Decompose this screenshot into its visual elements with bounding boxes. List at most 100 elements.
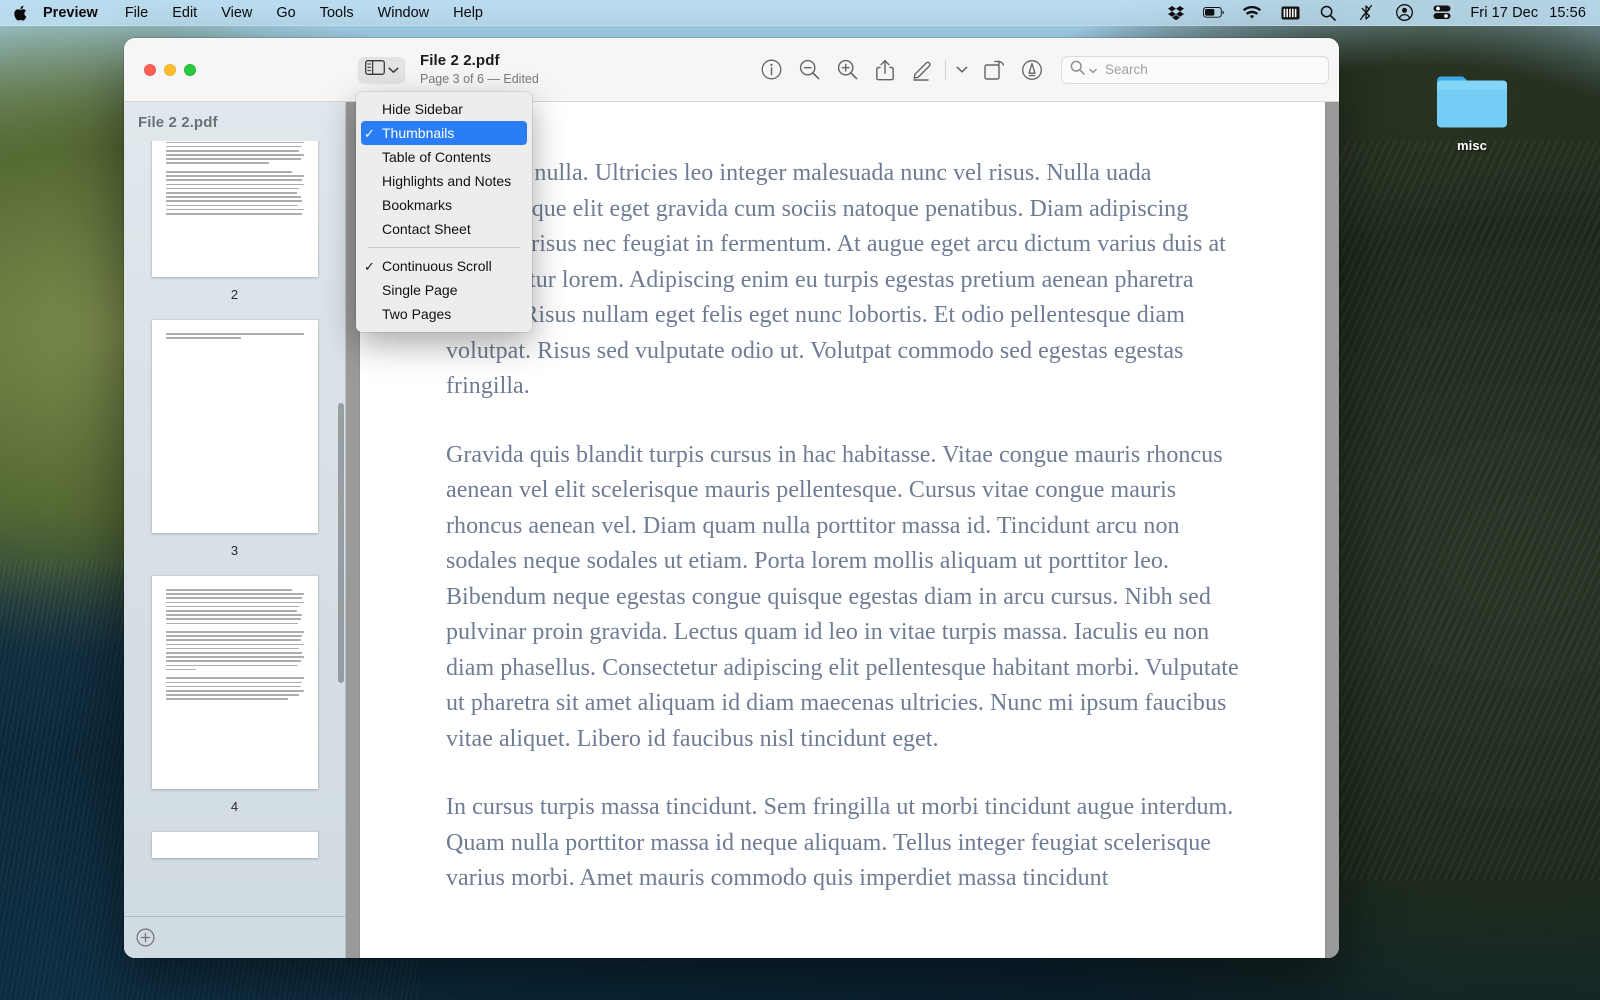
thumbnail-item[interactable]: 2	[124, 141, 345, 320]
bluetooth-off-icon[interactable]	[1355, 3, 1377, 23]
menu-item-window[interactable]: Window	[366, 3, 442, 23]
menu-bar-clock[interactable]: Fri 17 Dec 15:56	[1470, 5, 1586, 21]
thumb-paragraph	[165, 677, 304, 700]
chevron-down-icon	[1089, 61, 1097, 79]
menubar-time: 15:56	[1549, 4, 1586, 21]
menu-item-file[interactable]: File	[113, 3, 160, 23]
menu-item-edit[interactable]: Edit	[160, 3, 209, 23]
document-paragraph: ate enim nulla. Ultricies leo integer ma…	[446, 160, 1226, 399]
search-placeholder-text: Search	[1105, 62, 1148, 77]
info-icon[interactable]	[752, 53, 790, 87]
check-icon: ✓	[364, 258, 375, 274]
window-body: File 2 2.pdf 2 3 4 ate enim nulla. Ultri…	[124, 102, 1339, 958]
menu-option-thumbnails[interactable]: ✓ Thumbnails	[361, 121, 527, 145]
search-icon[interactable]	[1317, 3, 1339, 23]
thumbnail-page-preview[interactable]	[151, 141, 318, 277]
markup-icon[interactable]	[904, 53, 942, 87]
user-account-icon[interactable]	[1393, 3, 1415, 23]
thumbnails-sidebar: File 2 2.pdf 2 3 4	[124, 102, 346, 958]
thumbnail-page-number: 2	[230, 287, 239, 302]
menu-bar-status-area: Fri 17 Dec 15:56	[1157, 3, 1600, 23]
menu-option-highlights-and-notes[interactable]: Highlights and Notes	[356, 169, 532, 193]
document-title-block: File 2 2.pdf Page 3 of 6 — Edited	[420, 52, 539, 87]
thumbnail-page-preview[interactable]	[151, 320, 318, 533]
menu-option-label: Hide Sidebar	[382, 101, 463, 117]
dropbox-icon[interactable]	[1165, 3, 1187, 23]
close-button[interactable]	[144, 63, 156, 76]
thumb-paragraph	[165, 141, 304, 165]
apple-logo-icon[interactable]	[14, 4, 30, 22]
sidebar-scrollbar-thumb[interactable]	[337, 403, 344, 683]
sidebar-toggle-button[interactable]	[358, 56, 405, 83]
view-options-menu[interactable]: Hide Sidebar ✓ Thumbnails Table of Conte…	[356, 92, 532, 332]
thumbnail-page-number: 4	[230, 799, 239, 814]
menu-option-contact-sheet[interactable]: Contact Sheet	[356, 217, 532, 241]
page-title: File 2 2.pdf	[420, 52, 500, 69]
menu-option-continuous-scroll[interactable]: ✓ Continuous Scroll	[356, 254, 532, 278]
window-traffic-lights	[124, 63, 234, 76]
annotate-icon[interactable]	[1013, 53, 1051, 87]
battery-icon[interactable]	[1203, 3, 1225, 23]
thumbnail-item[interactable]: 3	[124, 320, 345, 576]
menu-option-two-pages[interactable]: Two Pages	[356, 302, 532, 326]
menu-option-label: Single Page	[382, 282, 458, 298]
chevron-down-icon	[388, 61, 399, 79]
menu-option-label: Table of Contents	[382, 149, 491, 165]
preview-window: File 2 2.pdf Page 3 of 6 — Edited Search…	[124, 38, 1339, 958]
thumbnail-page-preview[interactable]	[151, 832, 318, 858]
toolbar-actions: Search	[752, 53, 1339, 87]
menu-item-preview[interactable]: Preview	[43, 3, 113, 23]
thumbnail-item[interactable]	[124, 832, 345, 858]
thumb-paragraph	[165, 333, 304, 339]
document-paragraph: Gravida quis blandit turpis cursus in ha…	[446, 441, 1239, 752]
chevron-down-icon[interactable]	[949, 53, 975, 87]
desktop: Preview File Edit View Go Tools Window H…	[0, 0, 1600, 1000]
thumbnail-item[interactable]: 4	[124, 576, 345, 832]
check-icon: ✓	[364, 125, 375, 141]
zoom-out-icon[interactable]	[790, 53, 828, 87]
menu-option-bookmarks[interactable]: Bookmarks	[356, 193, 532, 217]
menu-option-table-of-contents[interactable]: Table of Contents	[356, 145, 532, 169]
document-paragraph: In cursus turpis massa tincidunt. Sem fr…	[446, 794, 1234, 891]
thumb-paragraph	[165, 631, 304, 671]
desktop-folder-misc[interactable]: misc	[1432, 72, 1512, 154]
search-input[interactable]: Search	[1061, 55, 1329, 84]
menu-separator	[368, 247, 520, 248]
thumb-paragraph	[165, 171, 304, 215]
search-icon	[1070, 60, 1085, 80]
thumbnail-list[interactable]: 2 3 4	[124, 141, 345, 916]
menu-option-hide-sidebar[interactable]: Hide Sidebar	[356, 97, 532, 121]
rotate-icon[interactable]	[975, 53, 1013, 87]
wifi-icon[interactable]	[1241, 3, 1263, 23]
document-status-subtitle: Page 3 of 6 — Edited	[420, 72, 539, 86]
menu-item-tools[interactable]: Tools	[308, 3, 366, 23]
desktop-folder-label: misc	[1456, 138, 1488, 153]
menu-bar-left: Preview File Edit View Go Tools Window H…	[0, 3, 495, 23]
menu-item-view[interactable]: View	[209, 3, 264, 23]
share-icon[interactable]	[866, 53, 904, 87]
menu-option-single-page[interactable]: Single Page	[356, 278, 532, 302]
zoom-in-icon[interactable]	[828, 53, 866, 87]
menu-option-label: Bookmarks	[382, 197, 453, 213]
folder-icon	[1435, 72, 1509, 132]
menu-item-help[interactable]: Help	[441, 3, 495, 23]
minimize-button[interactable]	[164, 63, 176, 76]
battery-grid-icon[interactable]	[1279, 3, 1301, 23]
sidebar-footer	[124, 916, 345, 958]
control-center-icon[interactable]	[1431, 3, 1453, 23]
toolbar-separator	[945, 59, 946, 80]
menu-item-go[interactable]: Go	[264, 3, 307, 23]
menu-option-label: Two Pages	[382, 306, 452, 322]
menu-option-label: Continuous Scroll	[382, 258, 492, 274]
sidebar-title: File 2 2.pdf	[138, 114, 218, 131]
menu-option-label: Thumbnails	[382, 125, 455, 141]
sidebar-scrollbar[interactable]	[337, 193, 344, 870]
thumbnail-page-preview[interactable]	[151, 576, 318, 789]
thumbnail-page-number: 3	[230, 543, 239, 558]
wallpaper-hill-texture	[1340, 140, 1600, 880]
menu-option-label: Highlights and Notes	[382, 173, 512, 189]
menubar-date: Fri 17 Dec	[1470, 4, 1539, 21]
menu-option-label: Contact Sheet	[382, 221, 471, 237]
maximize-button[interactable]	[184, 63, 196, 76]
plus-circle-icon[interactable]	[136, 928, 155, 947]
